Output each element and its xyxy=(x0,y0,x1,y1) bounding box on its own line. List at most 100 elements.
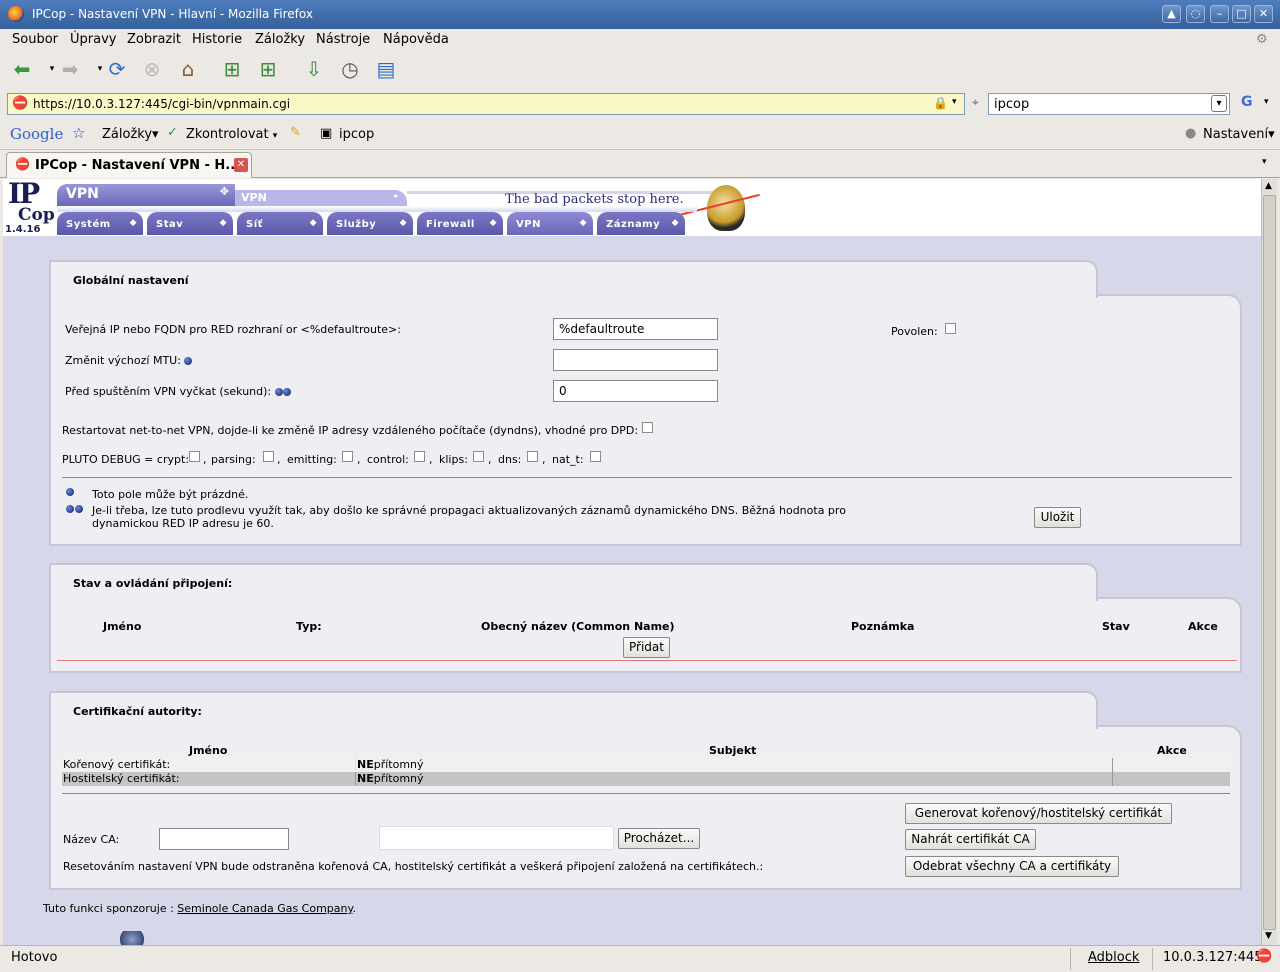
tab-close-icon[interactable]: ✕ xyxy=(234,158,248,172)
menu-napoveda[interactable]: Nápověda xyxy=(383,32,449,47)
nav-sluzby[interactable]: Služby ◆ xyxy=(327,212,413,235)
enabled-checkbox[interactable] xyxy=(945,323,956,334)
global-settings-box: Globální nastavení Veřejná IP nebo FQDN … xyxy=(49,260,1242,546)
col-common-name: Obecný název (Common Name) xyxy=(481,620,675,633)
nav-sit[interactable]: Síť ◆ xyxy=(237,212,323,235)
nav-system[interactable]: Systém ◆ xyxy=(57,212,143,235)
downloads-icon[interactable]: ⇩ xyxy=(300,55,328,83)
debug-sep: , xyxy=(277,453,281,466)
forward-icon[interactable]: ➡ xyxy=(56,55,84,83)
nav-dropdown-icon: ◆ xyxy=(489,218,497,228)
ipcop-header: IP Cop 1.4.16 VPN ✥ VPN ✦ The bad packets … xyxy=(3,179,1261,236)
nav-sluzby-label: Služby xyxy=(336,219,377,230)
lock-icon[interactable]: 🔒 xyxy=(933,96,948,110)
upload-ca-button[interactable]: Nahrát certifikát CA xyxy=(905,829,1036,850)
status-host: 10.0.3.127:445 xyxy=(1163,950,1263,965)
debug-dns-checkbox[interactable] xyxy=(527,451,538,462)
ca-name-input[interactable] xyxy=(159,828,289,850)
connections-title: Stav a ovládání připojení: xyxy=(73,577,233,590)
google-toolbar-logo[interactable]: Google xyxy=(10,125,63,143)
debug-nat-t-checkbox[interactable] xyxy=(590,451,601,462)
scroll-down-icon[interactable]: ▼ xyxy=(1265,931,1272,941)
star-icon[interactable]: ☆ xyxy=(72,124,85,142)
menu-zobrazit[interactable]: Zobrazit xyxy=(127,32,181,47)
ca-row-name: Kořenový certifikát: xyxy=(63,758,171,771)
search-engine-dropdown-icon[interactable]: ▾ xyxy=(1264,97,1269,107)
tab-ipcop[interactable]: ⛔ IPCop - Nastavení VPN - H... ✕ xyxy=(6,152,252,178)
generate-cert-button[interactable]: Generovat kořenový/hostitelský certifiká… xyxy=(905,803,1172,824)
new-tab-icon[interactable]: ⊞ xyxy=(218,55,246,83)
go-icon[interactable]: ⌖ xyxy=(972,95,979,110)
menu-upravy[interactable]: Úpravy xyxy=(70,32,116,47)
search-field[interactable]: ipcop ▾ xyxy=(988,93,1230,115)
scroll-up-icon[interactable]: ▲ xyxy=(1265,181,1272,191)
debug-dns-label: dns: xyxy=(498,453,522,466)
bookmarks-icon[interactable]: ▤ xyxy=(372,55,400,83)
security-icon[interactable]: ⛔ xyxy=(1256,949,1272,964)
menu-nastroje[interactable]: Nástroje xyxy=(316,32,370,47)
restart-checkbox[interactable] xyxy=(642,422,653,433)
minimize-button[interactable]: – xyxy=(1210,5,1229,23)
ca-header: Certifikační autority: xyxy=(49,691,1098,729)
nav-stav[interactable]: Stav ◆ xyxy=(147,212,233,235)
mtu-input[interactable] xyxy=(553,349,718,371)
home-icon[interactable]: ⌂ xyxy=(174,55,202,83)
remove-all-button[interactable]: Odebrat všechny CA a certifikáty xyxy=(905,856,1119,877)
debug-emitting-checkbox[interactable] xyxy=(342,451,353,462)
subsection-label: VPN xyxy=(241,191,267,204)
page-scrollbar[interactable]: ▲ ▼ xyxy=(1261,179,1277,945)
debug-control-checkbox[interactable] xyxy=(414,451,425,462)
ipcop-bookmark-icon[interactable]: ▣ xyxy=(320,126,332,141)
reload-icon[interactable]: ⟳ xyxy=(103,55,131,83)
address-bar[interactable]: ⛔ https://10.0.3.127:445/cgi-bin/vpnmain… xyxy=(7,93,965,115)
highlighter-icon[interactable]: ✎ xyxy=(290,125,301,140)
zkontrolovat-button[interactable]: Zkontrolovat ▾ xyxy=(186,127,277,142)
debug-parsing-checkbox[interactable] xyxy=(263,451,274,462)
url-row: ⛔ https://10.0.3.127:445/cgi-bin/vpnmain… xyxy=(0,89,1280,119)
col-jmeno: Jméno xyxy=(103,620,142,633)
close-button[interactable]: ✕ xyxy=(1254,5,1273,23)
debug-parsing-label: parsing: xyxy=(211,453,256,466)
nav-firewall[interactable]: Firewall ◆ xyxy=(417,212,503,235)
subsection-tab[interactable]: VPN ✦ xyxy=(235,190,407,207)
nastaveni-button[interactable]: Nastavení▾ xyxy=(1203,127,1275,142)
menubar: Soubor Úpravy Zobrazit Historie Záložky … xyxy=(0,29,1280,49)
debug-crypt-checkbox[interactable] xyxy=(189,451,200,462)
ipcop-bookmark[interactable]: ipcop xyxy=(339,127,374,142)
stop-icon[interactable]: ⊗ xyxy=(138,55,166,83)
search-dropdown-icon[interactable]: ▾ xyxy=(1211,95,1227,112)
menu-zalozky[interactable]: Záložky xyxy=(255,32,305,47)
save-button[interactable]: Uložit xyxy=(1034,507,1081,528)
google-search-icon[interactable]: G xyxy=(1241,94,1253,110)
tab-list-icon[interactable]: ▾ xyxy=(1262,157,1267,167)
menu-arrow-icon[interactable]: ▲ xyxy=(1162,5,1181,23)
adblock-link[interactable]: Adblock xyxy=(1088,950,1139,965)
delay-input[interactable]: 0 xyxy=(553,380,718,402)
new-window-icon[interactable]: ⊞ xyxy=(254,55,282,83)
scroll-thumb[interactable] xyxy=(1263,195,1276,930)
debug-klips-checkbox[interactable] xyxy=(473,451,484,462)
back-icon[interactable]: ⬅ xyxy=(8,55,36,83)
nav-sit-label: Síť xyxy=(246,219,263,230)
maximize-button[interactable]: □ xyxy=(1232,5,1251,23)
nastaveni-label: Nastavení xyxy=(1203,127,1269,142)
add-button[interactable]: Přidat xyxy=(623,637,670,658)
address-url: https://10.0.3.127:445/cgi-bin/vpnmain.c… xyxy=(33,97,291,111)
table-row: Kořenový certifikát: NEpřítomný xyxy=(62,758,1230,772)
zalozky-button[interactable]: Záložky▾ xyxy=(102,127,159,142)
file-input[interactable] xyxy=(379,826,614,850)
nav-zaznamy-label: Záznamy xyxy=(606,219,661,230)
firefox-icon xyxy=(8,6,24,22)
menu-soubor[interactable]: Soubor xyxy=(12,32,58,47)
sticky-icon[interactable]: ◌ xyxy=(1186,5,1205,23)
history-icon[interactable]: ◷ xyxy=(336,55,364,83)
nav-zaznamy[interactable]: Záznamy ◆ xyxy=(597,212,685,235)
nav-vpn[interactable]: VPN ◆ xyxy=(507,212,593,235)
public-ip-input[interactable]: %defaultroute xyxy=(553,318,718,340)
browse-button[interactable]: Procházet... xyxy=(618,828,700,849)
sponsor-link[interactable]: Seminole Canada Gas Company xyxy=(177,902,352,915)
ca-title: Certifikační autority: xyxy=(73,705,202,718)
menu-historie[interactable]: Historie xyxy=(192,32,242,47)
url-dropdown-icon[interactable]: ▾ xyxy=(952,97,957,107)
ca-row-status-bold: NE xyxy=(357,758,374,771)
